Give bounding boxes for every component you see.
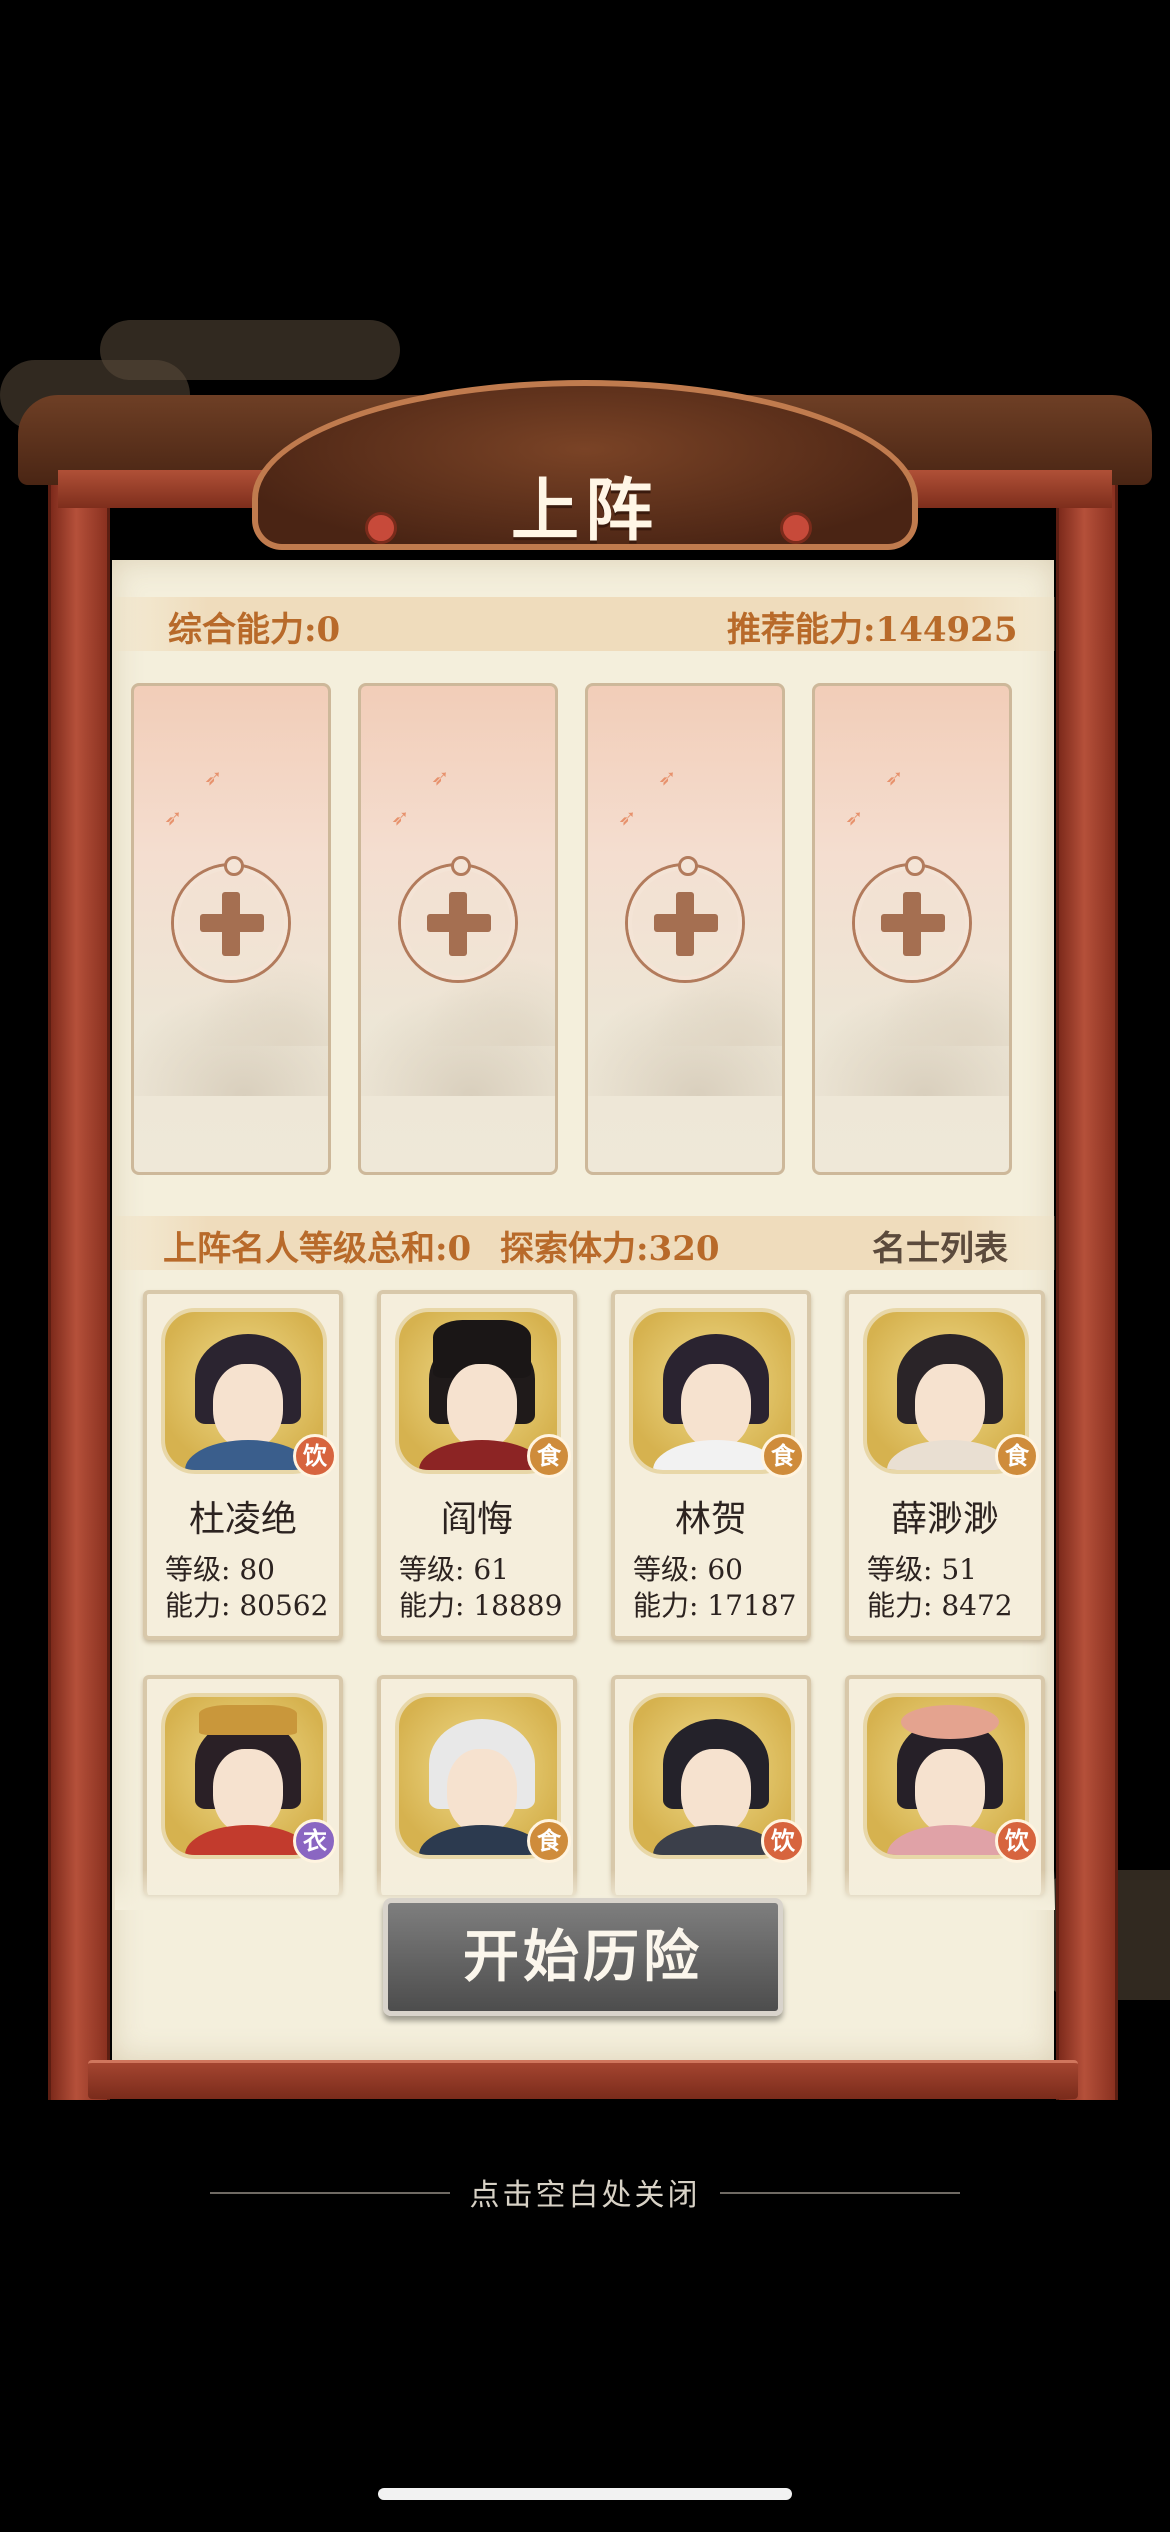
face	[213, 1364, 283, 1448]
category-tag-icon: 饮	[761, 1819, 805, 1863]
category-tag-icon: 食	[761, 1434, 805, 1478]
add-hero-icon[interactable]	[628, 856, 742, 980]
close-hint[interactable]: 点击空白处关闭	[0, 2170, 1170, 2214]
bird-icon: ➶	[885, 766, 904, 791]
start-adventure-label: 开始历险	[463, 1924, 703, 1990]
add-hero-icon[interactable]	[855, 856, 969, 980]
hero-name: 杜凌绝	[188, 1499, 297, 1540]
face	[447, 1749, 517, 1833]
bird-icon: ➶	[618, 806, 637, 831]
hero-card[interactable]: 食	[377, 1675, 577, 1895]
home-indicator[interactable]	[378, 2488, 792, 2500]
hero-card[interactable]: 食 阎悔 等级: 61 能力: 18889	[377, 1290, 577, 1640]
hero-level: 等级: 61	[399, 1553, 509, 1586]
hero-list-title: 名士列表	[872, 1229, 1008, 1269]
lineup-slot-2[interactable]: ➶ ➶	[358, 683, 558, 1175]
bird-icon: ➶	[204, 766, 223, 791]
hero-level: 等级: 80	[165, 1553, 275, 1586]
face	[213, 1749, 283, 1833]
hero-card[interactable]: 衣	[143, 1675, 343, 1895]
hero-card[interactable]: 饮	[611, 1675, 811, 1895]
hero-level: 等级: 60	[633, 1553, 743, 1586]
hero-power: 能力: 8472	[867, 1589, 1013, 1622]
hero-name: 阎悔	[440, 1499, 513, 1540]
add-hero-icon[interactable]	[401, 856, 515, 980]
total-power-label: 综合能力:0	[168, 610, 341, 650]
category-tag-icon: 食	[527, 1819, 571, 1863]
bird-icon: ➶	[391, 806, 410, 831]
right-pillar	[1056, 460, 1118, 2100]
face	[915, 1749, 985, 1833]
bird-icon: ➶	[164, 806, 183, 831]
category-tag-icon: 饮	[995, 1819, 1039, 1863]
left-pillar	[48, 460, 110, 2100]
hero-level: 等级: 51	[867, 1553, 977, 1586]
bird-icon: ➶	[658, 766, 677, 791]
hero-card[interactable]: 饮 杜凌绝 等级: 80 能力: 80562	[143, 1290, 343, 1640]
face	[447, 1364, 517, 1448]
add-hero-icon[interactable]	[174, 856, 288, 980]
face	[915, 1364, 985, 1448]
hero-name: 薛渺渺	[890, 1499, 999, 1540]
hero-card[interactable]: 食 薛渺渺 等级: 51 能力: 8472	[845, 1290, 1045, 1640]
hero-power: 能力: 18889	[399, 1589, 563, 1622]
hero-power: 能力: 17187	[633, 1589, 797, 1622]
page-title: 上阵	[510, 471, 659, 551]
bird-icon: ➶	[845, 806, 864, 831]
category-tag-icon: 食	[527, 1434, 571, 1478]
category-tag-icon: 衣	[293, 1819, 337, 1863]
bird-icon: ➶	[431, 766, 450, 791]
hero-power: 能力: 80562	[165, 1589, 329, 1622]
crown	[199, 1705, 297, 1735]
hero-card[interactable]: 食 林贺 等级: 60 能力: 17187	[611, 1290, 811, 1640]
stamina-label: 探索体力:320	[500, 1229, 720, 1269]
lineup-slot-4[interactable]: ➶ ➶	[812, 683, 1012, 1175]
hero-card[interactable]: 饮	[845, 1675, 1045, 1895]
hero-name: 林贺	[674, 1499, 747, 1540]
bottom-beam	[88, 2060, 1078, 2099]
face	[681, 1749, 751, 1833]
category-tag-icon: 饮	[293, 1434, 337, 1478]
lineup-slot-3[interactable]: ➶ ➶	[585, 683, 785, 1175]
face	[681, 1364, 751, 1448]
lineup-slot-1[interactable]: ➶ ➶	[131, 683, 331, 1175]
category-tag-icon: 食	[995, 1434, 1039, 1478]
flower-headdress	[901, 1705, 999, 1739]
start-adventure-button[interactable]: 开始历险	[383, 1898, 783, 2016]
recommended-power-label: 推荐能力:144925	[727, 610, 1018, 650]
level-sum-label: 上阵名人等级总和:0	[163, 1229, 472, 1269]
